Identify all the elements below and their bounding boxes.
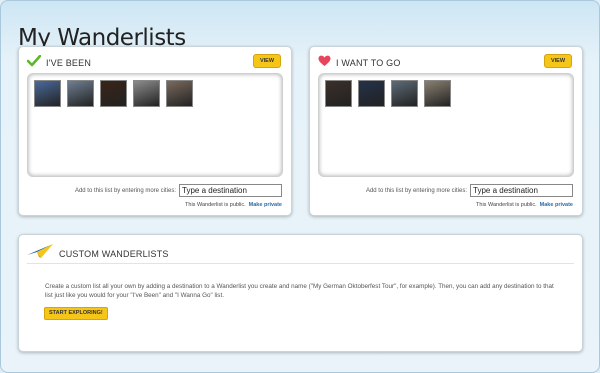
been-destination-input[interactable] xyxy=(179,184,282,197)
heart-icon xyxy=(318,54,331,72)
paper-plane-icon xyxy=(27,243,53,264)
go-destination-input[interactable] xyxy=(470,184,573,197)
go-card-header: I WANT TO GO xyxy=(318,55,401,71)
custom-card-header: CUSTOM WANDERLISTS xyxy=(27,243,169,264)
been-photo-box xyxy=(27,73,283,177)
go-public-text: This Wanderlist is public. xyxy=(476,202,537,208)
been-thumbnails xyxy=(34,80,193,107)
been-add-row: Add to this list by entering more cities… xyxy=(75,184,282,197)
go-card: I WANT TO GO VIEW Add to this list by en… xyxy=(309,46,583,216)
go-add-row: Add to this list by entering more cities… xyxy=(366,184,573,197)
city-thumbnail[interactable] xyxy=(166,80,193,107)
checkmark-icon xyxy=(26,54,42,72)
city-thumbnail[interactable] xyxy=(391,80,418,107)
city-thumbnail[interactable] xyxy=(100,80,127,107)
been-public-row: This Wanderlist is public. Make private xyxy=(185,202,282,208)
been-card-header: I'VE BEEN xyxy=(26,54,92,72)
city-thumbnail[interactable] xyxy=(67,80,94,107)
custom-card: CUSTOM WANDERLISTS Create a custom list … xyxy=(18,234,583,352)
custom-description: Create a custom list all your own by add… xyxy=(45,283,554,299)
start-exploring-button[interactable]: START EXPLORING! xyxy=(44,307,108,320)
custom-card-title: CUSTOM WANDERLISTS xyxy=(59,248,169,259)
go-view-button[interactable]: VIEW xyxy=(544,54,572,68)
go-make-private-link[interactable]: Make private xyxy=(540,202,573,208)
city-thumbnail[interactable] xyxy=(133,80,160,107)
been-view-button[interactable]: VIEW xyxy=(253,54,281,68)
been-make-private-link[interactable]: Make private xyxy=(249,202,282,208)
been-public-text: This Wanderlist is public. xyxy=(185,202,246,208)
city-thumbnail[interactable] xyxy=(424,80,451,107)
go-add-label: Add to this list by entering more cities… xyxy=(365,187,467,194)
custom-divider xyxy=(27,263,574,264)
go-thumbnails xyxy=(325,80,451,107)
go-card-title: I WANT TO GO xyxy=(336,58,401,68)
been-add-label: Add to this list by entering more cities… xyxy=(74,187,176,194)
go-photo-box xyxy=(318,73,574,177)
city-thumbnail[interactable] xyxy=(34,80,61,107)
go-public-row: This Wanderlist is public. Make private xyxy=(476,202,573,208)
been-card: I'VE BEEN VIEW Add to this list by enter… xyxy=(18,46,292,216)
city-thumbnail[interactable] xyxy=(325,80,352,107)
been-card-title: I'VE BEEN xyxy=(46,58,92,68)
city-thumbnail[interactable] xyxy=(358,80,385,107)
